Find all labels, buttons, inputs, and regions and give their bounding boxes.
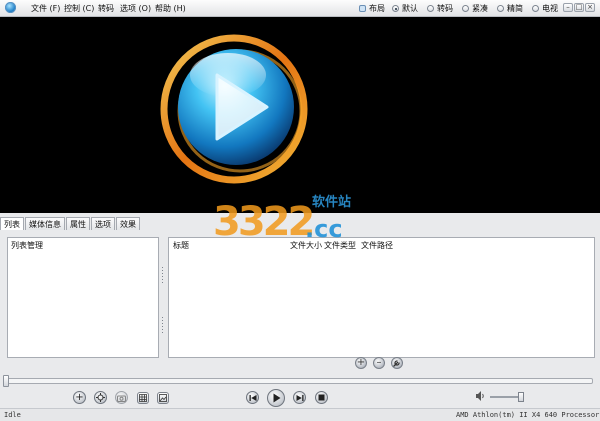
menu-control[interactable]: 控制 (C) (64, 3, 94, 14)
list-management-panel[interactable]: 列表管理 (7, 237, 159, 358)
menu-options[interactable]: 选项 (O) (120, 3, 151, 14)
video-area[interactable] (0, 17, 600, 213)
volume-icon[interactable] (475, 390, 486, 402)
wrench-icon (393, 360, 400, 367)
seek-bar[interactable] (7, 378, 593, 384)
radio-icon[interactable] (497, 5, 504, 12)
add-circle-icon[interactable]: + (73, 391, 86, 404)
tab-list[interactable]: 列表 (0, 217, 24, 230)
layout-label: 布局 (369, 4, 385, 13)
cpu-info-text: AMD Athlon(tm) II X4 640 Processor (456, 411, 600, 419)
layout-option-transcode[interactable]: 转码 (427, 3, 453, 14)
radio-icon[interactable] (462, 5, 469, 12)
layout-radio-label: 布局 (359, 3, 385, 14)
grid-glyph-icon (139, 394, 147, 402)
layout-option-simple[interactable]: 精简 (497, 3, 523, 14)
layout-label-icon (359, 5, 366, 12)
layout-option-label: 转码 (437, 4, 453, 13)
menu-help[interactable]: 帮助 (H) (155, 3, 186, 14)
status-text: Idle (4, 411, 21, 419)
tab-options[interactable]: 选项 (91, 217, 115, 230)
layout-option-compact[interactable]: 紧凑 (462, 3, 488, 14)
crosshair-icon (96, 393, 105, 402)
list-management-header: 列表管理 (11, 241, 43, 250)
play-logo-icon (160, 34, 308, 184)
settings-circle-icon[interactable] (94, 391, 107, 404)
menu-file[interactable]: 文件 (F) (31, 3, 60, 14)
next-glyph-icon (296, 394, 303, 401)
camera-icon[interactable] (115, 391, 128, 404)
app-logo-icon[interactable] (5, 2, 16, 13)
close-button[interactable]: × (585, 3, 595, 12)
layout-option-label: 紧凑 (472, 4, 488, 13)
watermark-logo: 3322 .cc 软件站 (213, 192, 365, 255)
column-header-title[interactable]: 标题 (173, 240, 189, 251)
watermark-number: 3322 (213, 199, 315, 245)
stop-icon[interactable] (315, 391, 328, 404)
radio-icon[interactable] (532, 5, 539, 12)
tab-effects[interactable]: 效果 (116, 217, 140, 230)
playlist-remove-button[interactable]: – (373, 357, 385, 369)
radio-selected-icon[interactable] (392, 5, 399, 12)
layout-option-tv[interactable]: 电视 (532, 3, 558, 14)
snapshot-icon (117, 395, 126, 402)
gallery-glyph-icon (159, 394, 167, 402)
column-header-path[interactable]: 文件路径 (361, 240, 393, 251)
splitter-handle[interactable] (161, 237, 164, 358)
next-icon[interactable] (293, 391, 306, 404)
maximize-button[interactable]: □ (574, 3, 584, 12)
playlist-panel[interactable]: 标题 文件大小 文件类型 文件路径 (168, 237, 595, 358)
playlist-tools-button[interactable] (391, 357, 403, 369)
previous-glyph-icon (249, 394, 256, 401)
seek-thumb[interactable] (3, 375, 9, 387)
volume-slider-thumb[interactable] (518, 392, 524, 402)
watermark-site-name: 软件站 (312, 195, 352, 210)
menu-transcode[interactable]: 转码 (98, 3, 114, 14)
gallery-icon[interactable] (157, 392, 169, 404)
watermark-domain: .cc (305, 215, 343, 243)
layout-option-label: 默认 (402, 4, 418, 13)
tab-media-info[interactable]: 媒体信息 (25, 217, 65, 230)
play-icon[interactable] (267, 389, 285, 407)
grid-icon[interactable] (137, 392, 149, 404)
playlist-add-button[interactable]: + (355, 357, 367, 369)
tab-properties[interactable]: 属性 (66, 217, 90, 230)
layout-option-label: 精简 (507, 4, 523, 13)
previous-icon[interactable] (246, 391, 259, 404)
layout-option-default[interactable]: 默认 (392, 3, 418, 14)
minimize-button[interactable]: – (563, 3, 573, 12)
play-glyph-icon (273, 393, 280, 403)
stop-glyph-icon (318, 394, 325, 401)
radio-icon[interactable] (427, 5, 434, 12)
bottom-tab-strip: 列表 媒体信息 属性 选项 效果 (0, 217, 141, 230)
layout-option-label: 电视 (542, 4, 558, 13)
